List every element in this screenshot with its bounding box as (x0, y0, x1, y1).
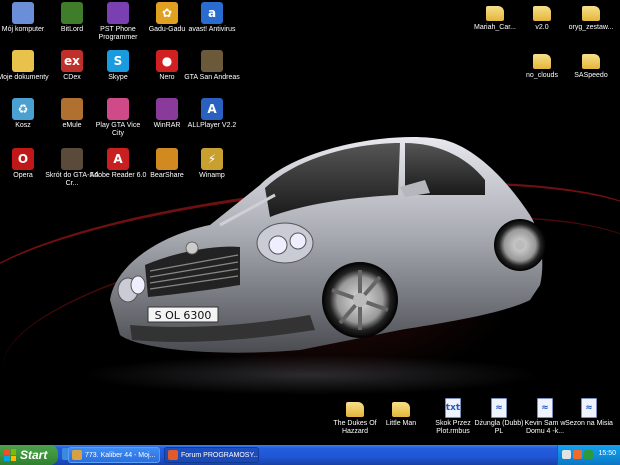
cdex-icon: ex (61, 50, 83, 72)
task-app-icon (168, 450, 178, 460)
desktop-icon[interactable]: GTA San Andreas (183, 50, 241, 82)
desktop-icon-label: ALLPlayer V2.2 (187, 122, 237, 129)
tray-volume-icon[interactable] (584, 450, 593, 459)
folder-icon (582, 6, 600, 21)
gta-vice-city-icon (107, 98, 129, 120)
desktop-icon-label: Little Man (385, 420, 417, 427)
folder-icon (486, 6, 504, 21)
gta-sa-shortcut-icon (61, 148, 83, 170)
desktop: S OL 6300 Mój komputer BitLord PST Phone P… (0, 0, 620, 445)
document-icon: ≈ (581, 398, 597, 418)
taskbar-task-button[interactable]: 773. Kaliber 44 - Moj... (68, 447, 160, 463)
desktop-icon[interactable]: A ALLPlayer V2.2 (183, 98, 241, 130)
desktop-icon[interactable]: oryg_zestaw... (562, 2, 620, 32)
bearshare-icon (156, 148, 178, 170)
task-label: 773. Kaliber 44 - Moj... (85, 451, 156, 459)
my-documents-icon (12, 50, 34, 72)
start-label: Start (20, 448, 48, 462)
gadu-gadu-icon: ✿ (156, 2, 178, 24)
desktop-icon-label: avast! Antivirus (188, 26, 236, 33)
opera-icon: O (12, 148, 34, 170)
allplayer-icon: A (201, 98, 223, 120)
desktop-icon-label: oryg_zestaw... (568, 24, 614, 31)
desktop-icon[interactable]: a avast! Antivirus (183, 2, 241, 34)
task-label: Forum PROGRAMOSY... (181, 451, 259, 459)
desktop-icon[interactable]: SASpeedo (562, 50, 620, 80)
winrar-icon (156, 98, 178, 120)
windows-logo-icon (4, 449, 16, 461)
avast-icon: a (201, 2, 223, 24)
folder-icon (533, 6, 551, 21)
desktop-icon-label: Winamp (199, 172, 225, 179)
recycle-bin-icon: ♻ (12, 98, 34, 120)
desktop-icon[interactable]: ⚡ Winamp (183, 148, 241, 180)
bitlord-icon (61, 2, 83, 24)
winamp-icon: ⚡ (201, 148, 223, 170)
skype-icon: S (107, 50, 129, 72)
tray-chevron-icon[interactable] (562, 450, 571, 459)
license-plate: S OL 6300 (155, 309, 212, 322)
emule-icon (61, 98, 83, 120)
taskbar-task-button[interactable]: Forum PROGRAMOSY... (164, 447, 259, 463)
taskbar: Start 773. Kaliber 44 - Moj... Forum PROG… (0, 445, 620, 465)
desktop-icon-label: SASpeedo (574, 72, 608, 79)
task-app-icon (72, 450, 82, 460)
phone-programmer-icon (107, 2, 129, 24)
nero-icon: ● (156, 50, 178, 72)
desktop-icon-label: GTA San Andreas (184, 74, 240, 81)
adobe-reader-icon: A (107, 148, 129, 170)
system-tray: 15:50 (557, 445, 620, 465)
tray-network-icon[interactable] (573, 450, 582, 459)
folder-icon (392, 402, 410, 417)
gta-sa-icon (201, 50, 223, 72)
desktop-icon-label: Sezon na Misia (565, 420, 613, 427)
document-icon: ≈ (537, 398, 553, 418)
computer-icon (12, 2, 34, 24)
start-button[interactable]: Start (0, 445, 58, 465)
document-icon: ≈ (491, 398, 507, 418)
folder-icon (346, 402, 364, 417)
folder-icon (533, 54, 551, 69)
desktop-icon[interactable]: ≈ Sezon na Misia (560, 398, 618, 428)
desktop-icon[interactable]: Little Man (372, 398, 430, 428)
taskbar-clock[interactable]: 15:50 (598, 450, 616, 457)
document-icon: txt (445, 398, 461, 418)
folder-icon (582, 54, 600, 69)
